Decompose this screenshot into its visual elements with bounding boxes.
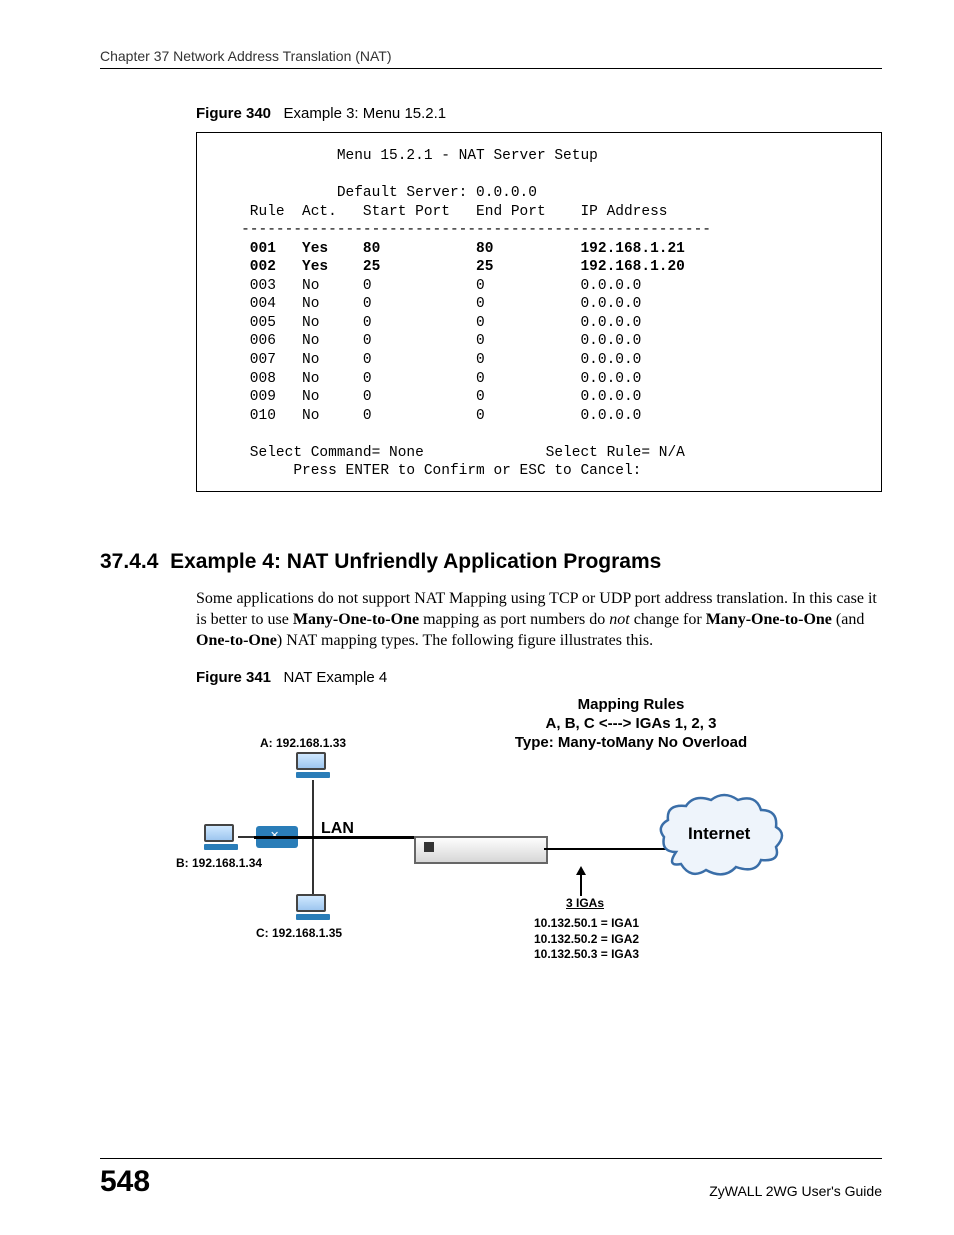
terminal-menu-15-2-1: Menu 15.2.1 - NAT Server Setup Default S… bbox=[196, 132, 882, 492]
body-text-2: mapping as port numbers do bbox=[419, 611, 609, 628]
router-icon bbox=[414, 836, 548, 864]
host-b-icon bbox=[204, 824, 238, 850]
wire-c bbox=[312, 838, 314, 894]
body-text-4: (and bbox=[832, 611, 864, 628]
running-header: Chapter 37 Network Address Translation (… bbox=[100, 48, 882, 64]
diagram-title-line2: A, B, C <---> IGAs 1, 2, 3 bbox=[546, 715, 717, 732]
wan-line bbox=[544, 848, 668, 850]
body-text-5: ) NAT mapping types. The following figur… bbox=[277, 632, 653, 649]
iga3: 10.132.50.3 = IGA3 bbox=[534, 947, 639, 961]
body-bold-3: One-to-One bbox=[196, 632, 277, 649]
nat-example-4-diagram: Mapping Rules A, B, C <---> IGAs 1, 2, 3… bbox=[196, 696, 806, 986]
diagram-title-line3: Type: Many-toMany No Overload bbox=[515, 734, 747, 751]
host-b-label: B: 192.168.1.34 bbox=[176, 856, 262, 870]
figure-341-caption: Figure 341 NAT Example 4 bbox=[196, 669, 882, 686]
diagram-title-line1: Mapping Rules bbox=[578, 696, 685, 713]
page-number: 548 bbox=[100, 1165, 150, 1199]
figure-341-label: Figure 341 bbox=[196, 669, 271, 686]
body-italic-1: not bbox=[609, 611, 629, 628]
guide-name: ZyWALL 2WG User's Guide bbox=[709, 1183, 882, 1199]
wire-a bbox=[312, 780, 314, 836]
figure-340-text: Example 3: Menu 15.2.1 bbox=[284, 105, 447, 122]
figure-341-text: NAT Example 4 bbox=[284, 669, 388, 686]
body-bold-1: Many-One-to-One bbox=[293, 611, 419, 628]
header-rule bbox=[100, 68, 882, 69]
internet-label: Internet bbox=[688, 824, 750, 844]
section-number: 37.4.4 bbox=[100, 550, 158, 573]
section-heading-37-4-4: 37.4.4 Example 4: NAT Unfriendly Applica… bbox=[100, 550, 882, 574]
lan-line bbox=[254, 836, 422, 839]
router-slot bbox=[424, 842, 434, 852]
host-a-icon bbox=[296, 752, 330, 778]
iga1: 10.132.50.1 = IGA1 bbox=[534, 916, 639, 930]
section-title: Example 4: NAT Unfriendly Application Pr… bbox=[170, 550, 661, 573]
iga-arrow-stem bbox=[580, 874, 582, 896]
figure-340-caption: Figure 340 Example 3: Menu 15.2.1 bbox=[196, 105, 882, 122]
page-footer: 548 ZyWALL 2WG User's Guide bbox=[100, 1158, 882, 1199]
iga2: 10.132.50.2 = IGA2 bbox=[534, 932, 639, 946]
section-body: Some applications do not support NAT Map… bbox=[196, 588, 882, 651]
footer-rule bbox=[100, 1158, 882, 1159]
iga-list: 10.132.50.1 = IGA1 10.132.50.2 = IGA2 10… bbox=[534, 916, 639, 963]
figure-340-label: Figure 340 bbox=[196, 105, 271, 122]
iga-count-label: 3 IGAs bbox=[566, 896, 604, 910]
body-text-3: change for bbox=[630, 611, 706, 628]
host-c-label: C: 192.168.1.35 bbox=[256, 926, 342, 940]
host-c-icon bbox=[296, 894, 330, 920]
host-a-label: A: 192.168.1.33 bbox=[260, 736, 346, 750]
diagram-title: Mapping Rules A, B, C <---> IGAs 1, 2, 3… bbox=[466, 696, 796, 752]
body-bold-2: Many-One-to-One bbox=[706, 611, 832, 628]
